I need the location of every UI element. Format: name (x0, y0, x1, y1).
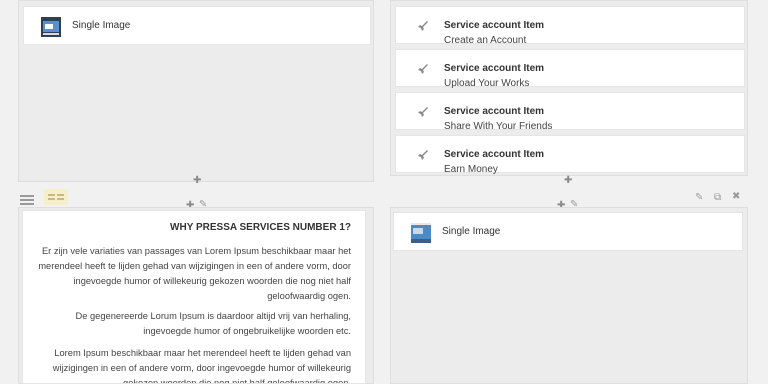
add-element-plus-icon[interactable]: ✚ (564, 176, 572, 186)
edit-pencil-icon[interactable]: ✎ (695, 193, 703, 203)
rocket-icon (418, 150, 428, 160)
text-paragraph: De gegenereerde Lorum Ipsum is daardoor … (75, 311, 351, 336)
single-image-thumb-icon (411, 223, 431, 243)
text-block-heading: WHY PRESSA SERVICES NUMBER 1? (170, 222, 351, 233)
service-item-subtitle: Share With Your Friends (444, 121, 553, 132)
service-item-subtitle: Upload Your Works (444, 78, 530, 89)
text-block-element[interactable]: WHY PRESSA SERVICES NUMBER 1? Er zijn ve… (22, 210, 366, 384)
service-item-subtitle: Earn Money (444, 164, 498, 175)
service-item-title: Service account Item (444, 20, 545, 31)
service-item-title: Service account Item (444, 149, 545, 160)
text-paragraph: Er zijn vele variaties van passages van … (38, 246, 351, 301)
service-item-title: Service account Item (444, 106, 545, 117)
service-item[interactable]: Service account Item Upload Your Works (395, 49, 745, 89)
service-item[interactable]: Service account Item Share With Your Fri… (395, 92, 745, 132)
service-item-subtitle: Create an Account (444, 35, 527, 46)
service-item-title: Service account Item (444, 63, 545, 74)
service-item[interactable]: Service account Item Create an Account (395, 6, 745, 46)
delete-close-icon[interactable]: ✖ (732, 192, 740, 202)
element-title: Single Image (72, 20, 131, 31)
column-bottom-right: Single Image (390, 207, 748, 384)
columns-icon (48, 194, 64, 200)
row-layout-button[interactable] (44, 189, 68, 205)
text-paragraph: Lorem Ipsum beschikbaar maar het merende… (52, 348, 351, 384)
add-element-plus-icon[interactable]: ✚ (193, 176, 201, 186)
single-image-icon (41, 17, 61, 37)
clone-icon[interactable]: ⧉ (714, 193, 721, 203)
rocket-icon (418, 107, 428, 117)
rocket-icon (418, 21, 428, 31)
single-image-element[interactable]: Single Image (393, 212, 743, 251)
service-item[interactable]: Service account Item Earn Money (395, 135, 745, 175)
rocket-icon (418, 64, 428, 74)
column-top-left: Single Image (18, 0, 374, 182)
column-top-right: Service account Item Create an Account S… (390, 0, 748, 176)
single-image-element[interactable]: Single Image (23, 6, 371, 45)
element-title: Single Image (442, 226, 501, 237)
